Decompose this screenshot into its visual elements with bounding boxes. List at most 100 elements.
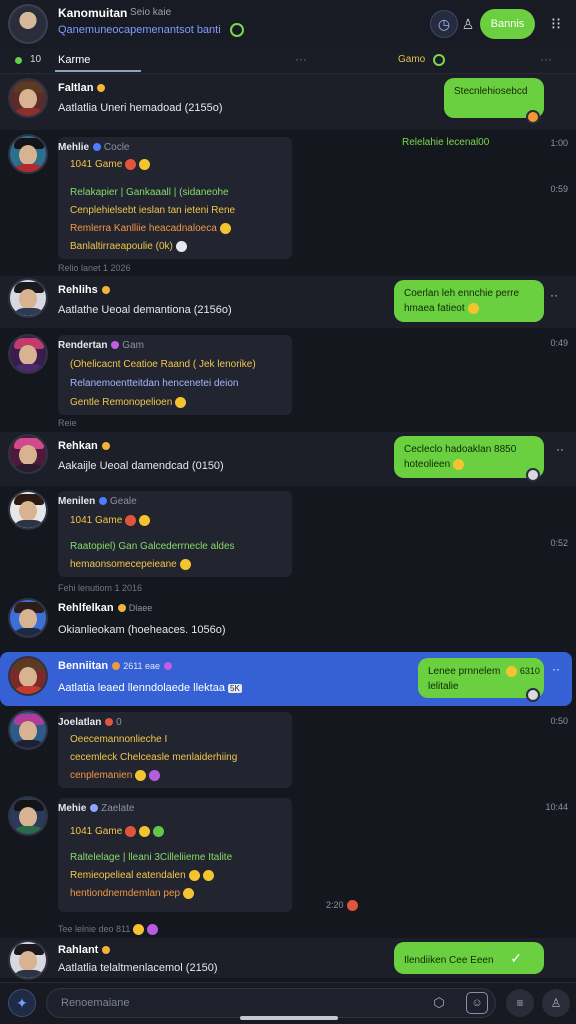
card-line: Oeecemannonlieche I [70,734,168,745]
message-text: Aatlatlia telaltmenlacemol (2150) [58,962,218,974]
profile-icon[interactable]: ♙ [542,989,570,1017]
message-row-highlighted[interactable]: Benniitan 2611 eae Aatlatia leaed llennd… [0,652,572,706]
emoji-icon [139,159,151,170]
chat-bubble[interactable]: Cecleclo hadoaklan 8850 hoteolieen [394,436,544,478]
join-button[interactable]: Bannis [480,9,535,39]
avatar[interactable] [8,598,48,638]
emoji-icon [133,924,145,936]
emoji-icon [147,924,159,936]
reaction-icon[interactable] [526,688,540,702]
channel-name: Kanomuitan [58,6,128,20]
gift-icon[interactable]: ⬡ [430,994,448,1012]
avatar[interactable] [8,134,48,174]
chat-bubble[interactable]: Ilendiiken Cee Eeen ✓ [394,942,544,974]
card-line: (Ohelicacnt Ceatioe Raand ( Jek lenorike… [70,359,256,370]
emoji-icon [188,870,200,881]
tab-game[interactable]: Gamo [398,54,425,65]
more-icon[interactable]: ·· [550,288,558,302]
message-row[interactable]: Rehkan Aakaijle Ueoal damendcad (0150) C… [0,432,576,486]
username: Faltlan [58,82,106,94]
card-line: Raatopiel) Gan Galcederrnecle aldes [70,541,235,552]
date-separator: Tee lelnie deo 811 [58,924,159,936]
message-row[interactable]: Menilen Geale 1041 Game Raatopiel) Gan G… [0,488,576,580]
tab-active[interactable]: Karme [58,54,90,66]
home-indicator[interactable] [240,1016,338,1020]
avatar[interactable] [8,796,48,836]
message-text: Okianlieokam (hoeheaces. 1056o) [58,624,226,636]
more-icon[interactable]: ⁝⁝ [546,14,566,34]
card-line: Remlerra Kanlliie heacadnaloeca [70,223,231,234]
channel-meta: Seio kaie [130,7,172,18]
message-text: Aatlathe Ueoal demantiona (2156o) [58,304,232,316]
message-card[interactable]: Rendertan Gam (Ohelicacnt Ceatioe Raand … [58,335,292,415]
emoji-icon [346,900,358,912]
more-icon[interactable]: ·· [552,662,560,676]
person-icon[interactable]: ♙ [460,12,476,36]
message-card[interactable]: Mehlie Cocle 1041 Game Relakapier | Gank… [58,137,292,259]
message-row[interactable]: Faltlan Aatlatlia Uneri hemadoad (2155o)… [0,74,576,130]
emoji-icon [135,770,147,781]
message-row[interactable]: Rahlant Aatlatlia telaltmenlacemol (2150… [0,938,576,980]
message-row[interactable]: Joelatlan 0 Oeecemannonlieche I cecemlec… [0,708,576,790]
card-line: hemaonsomecepeieane [70,559,191,570]
timestamp: 10:44 [545,802,568,812]
gem-icon [164,662,173,671]
tab-more-icon[interactable]: ··· [540,52,552,66]
tab-bar: 10 Karme ··· Gamo ··· [0,48,576,74]
avatar[interactable] [8,278,48,318]
avatar[interactable] [8,334,48,374]
message-card[interactable]: Joelatlan 0 Oeecemannonlieche I cecemlec… [58,712,292,788]
message-row[interactable]: Rehlfelkan Dlaee Okianlieokam (hoeheaces… [0,596,576,648]
game-title: 1041 Game [70,826,165,837]
more-icon[interactable]: ·· [556,442,564,456]
username: Rehkan [58,440,110,452]
emoji-icon [467,302,479,314]
online-count: 10 [30,54,42,65]
date-separator: Fehi lenutiom 1 2016 [58,583,143,593]
message-row[interactable]: Mehie Zaelate 1041 Game Raltelelage | ll… [0,794,576,916]
card-line: cecemleck Chelceasle menlaiderhiing [70,752,238,763]
emoji-icon [179,559,191,570]
avatar[interactable] [8,940,48,980]
date-separator: Relio lanet 1 2026 [58,263,131,273]
emoji-icon [149,770,161,781]
avatar[interactable] [8,710,48,750]
message-card[interactable]: Menilen Geale 1041 Game Raatopiel) Gan G… [58,491,292,577]
coin-icon [112,662,121,671]
coin-icon [102,946,111,955]
avatar[interactable] [8,656,48,696]
timestamp: 0:49 [550,338,568,348]
card-line: Banlaltirraeapoulie (0k) [70,241,187,252]
reaction-icon[interactable] [526,468,540,482]
message-input[interactable] [46,988,496,1018]
card-line: hentiondnemdemlan pep [70,888,195,899]
emoji-picker-icon[interactable]: ☺ [466,992,488,1014]
message-card[interactable]: Mehie Zaelate 1041 Game Raltelelage | ll… [58,798,292,912]
message-row[interactable]: Rehlihs Aatlathe Ueoal demantiona (2156o… [0,276,576,328]
clock-icon[interactable]: ◷ [430,10,458,38]
reaction-icon[interactable] [526,110,540,124]
username: Rahlant [58,944,111,956]
username: Rehlfelkan Dlaee [58,602,153,614]
card-line: Raltelelage | lleani 3Cilleliieme Italit… [70,852,233,863]
message-row[interactable]: Rendertan Gam (Ohelicacnt Ceatioe Raand … [0,332,576,418]
chat-bubble[interactable]: Lenee prnnelem 6310 lelitalie [418,658,544,698]
logo-icon[interactable]: ✦ [8,989,36,1017]
menu-icon[interactable]: ≡ [506,989,534,1017]
emoji-icon [125,515,137,526]
avatar[interactable] [8,490,48,530]
avatar[interactable] [8,78,48,118]
chat-bubble[interactable]: Coerlan leh ennchie perre hmaea fatieot [394,280,544,322]
avatar[interactable] [8,434,48,474]
channel-avatar[interactable] [8,4,48,44]
message-row[interactable]: Mehlie Cocle 1041 Game Relakapier | Gank… [0,132,576,262]
coin-icon [101,286,110,295]
username: Rehlihs [58,284,110,296]
message-text: Aatlatlia Uneri hemadoad (2155o) [58,102,223,114]
timestamp: 0:52 [550,538,568,548]
coin-icon [97,84,106,93]
tab-underline [55,70,141,72]
tab-overflow-icon[interactable]: ··· [295,52,307,66]
top-bar: Kanomuitan Seio kaie Qanemuneocapemenant… [0,0,576,48]
username: Joelatlan 0 [58,717,122,728]
